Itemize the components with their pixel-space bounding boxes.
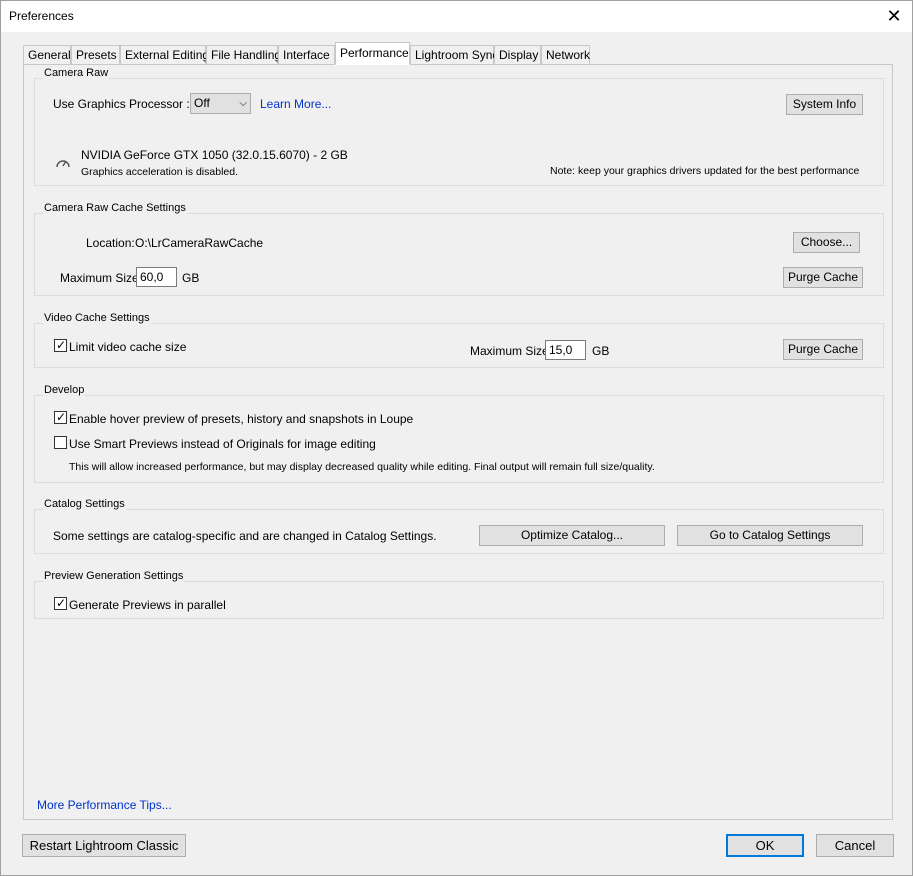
gpu-status: Graphics acceleration is disabled.	[81, 166, 238, 178]
group-label: Catalog Settings	[43, 498, 126, 510]
go-to-catalog-settings-button[interactable]: Go to Catalog Settings	[677, 525, 863, 546]
camera-raw-group: Camera Raw Use Graphics Processor : Off …	[34, 67, 884, 186]
tab-general[interactable]: General	[23, 45, 71, 65]
video-cache-group: Video Cache Settings ✓ Limit video cache…	[34, 312, 884, 368]
tab-file-handling[interactable]: File Handling	[206, 45, 281, 65]
group-label: Develop	[43, 384, 86, 396]
raw-cache-size-input[interactable]: 60,0	[136, 267, 177, 287]
tab-interface[interactable]: Interface	[278, 45, 335, 65]
catalog-settings-group: Catalog Settings Some settings are catal…	[34, 498, 884, 554]
window-title: Preferences	[9, 9, 74, 23]
performance-tips-link[interactable]: More Performance Tips...	[37, 798, 172, 812]
catalog-desc: Some settings are catalog-specific and a…	[53, 529, 437, 543]
tab-presets[interactable]: Presets	[71, 45, 120, 65]
gpu-label: Use Graphics Processor :	[53, 97, 190, 111]
video-unit-label: GB	[592, 344, 610, 358]
purge-raw-cache-button[interactable]: Purge Cache	[783, 267, 863, 288]
smart-previews-checkbox[interactable]	[54, 436, 67, 449]
learn-more-link[interactable]: Learn More...	[260, 97, 331, 111]
driver-note: Note: keep your graphics drivers updated…	[550, 165, 860, 177]
gpu-select[interactable]: Off ⌵	[190, 93, 251, 114]
group-label: Camera Raw Cache Settings	[43, 202, 187, 214]
tab-external-editing[interactable]: External Editing	[120, 45, 209, 65]
system-info-button[interactable]: System Info	[786, 94, 863, 115]
parallel-previews-label: Generate Previews in parallel	[69, 598, 226, 612]
preview-generation-group: Preview Generation Settings ✓ Generate P…	[34, 570, 884, 619]
hover-preview-checkbox[interactable]: ✓	[54, 410, 67, 424]
cancel-button[interactable]: Cancel	[816, 834, 894, 857]
hover-preview-label: Enable hover preview of presets, history…	[69, 412, 414, 426]
group-label: Video Cache Settings	[43, 312, 151, 324]
video-max-size-label: Maximum Size:	[470, 344, 553, 358]
video-cache-size-input[interactable]: 15,0	[545, 340, 586, 360]
chevron-down-icon: ⌵	[239, 98, 247, 109]
gauge-icon	[55, 155, 71, 172]
tab-network[interactable]: Network	[541, 45, 590, 65]
preferences-window: Preferences ✕ General Presets External E…	[0, 0, 913, 876]
optimize-catalog-button[interactable]: Optimize Catalog...	[479, 525, 665, 546]
ok-button[interactable]: OK	[726, 834, 804, 857]
develop-group: Develop ✓ Enable hover preview of preset…	[34, 384, 884, 483]
tab-performance[interactable]: Performance	[335, 42, 410, 65]
choose-button[interactable]: Choose...	[793, 232, 860, 253]
title-bar: Preferences ✕	[1, 1, 912, 32]
limit-video-cache-label: Limit video cache size	[69, 340, 187, 354]
check-mark: ✓	[56, 338, 67, 352]
tab-display[interactable]: Display	[494, 45, 541, 65]
location-label: Location:	[86, 236, 135, 250]
unit-label: GB	[182, 271, 200, 285]
group-label: Preview Generation Settings	[43, 570, 185, 582]
limit-video-cache-checkbox[interactable]: ✓	[54, 338, 67, 352]
max-size-label: Maximum Size:	[60, 271, 143, 285]
check-mark: ✓	[56, 410, 67, 424]
close-icon[interactable]: ✕	[882, 5, 906, 27]
performance-panel: Camera Raw Use Graphics Processor : Off …	[23, 64, 893, 820]
tab-lightroom-sync[interactable]: Lightroom Sync	[410, 45, 498, 65]
restart-lightroom-button[interactable]: Restart Lightroom Classic	[22, 834, 186, 857]
smart-previews-note: This will allow increased performance, b…	[69, 461, 655, 473]
purge-video-cache-button[interactable]: Purge Cache	[783, 339, 863, 360]
raw-cache-group: Camera Raw Cache Settings Location: O:\L…	[34, 202, 884, 296]
location-value: O:\LrCameraRawCache	[135, 236, 264, 250]
gpu-name: NVIDIA GeForce GTX 1050 (32.0.15.6070) -…	[81, 148, 348, 162]
smart-previews-label: Use Smart Previews instead of Originals …	[69, 437, 376, 451]
gpu-select-value: Off	[194, 96, 210, 110]
check-mark: ✓	[56, 596, 67, 610]
group-label: Camera Raw	[43, 67, 110, 79]
parallel-previews-checkbox[interactable]: ✓	[54, 596, 67, 610]
